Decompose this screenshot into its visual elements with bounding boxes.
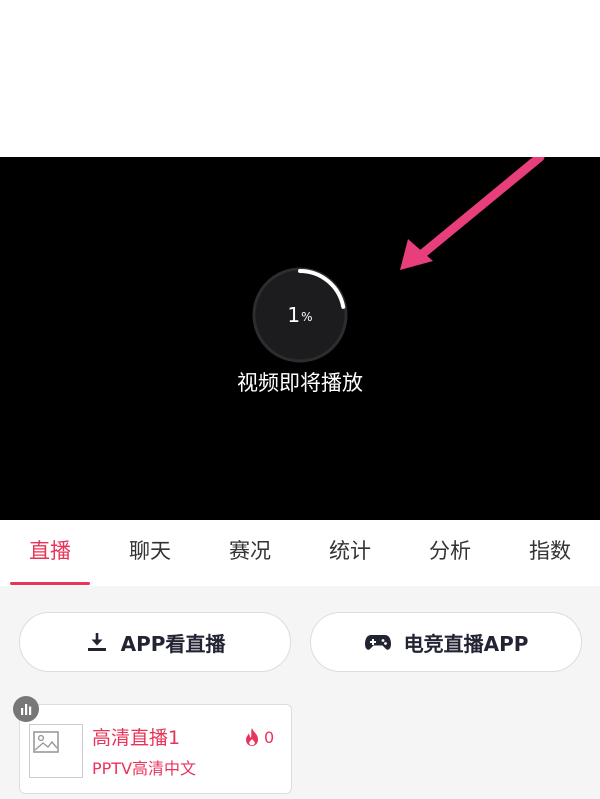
bar-chart-icon[interactable] bbox=[13, 696, 39, 722]
gamepad-icon bbox=[364, 631, 392, 653]
video-player[interactable]: 1% 视频即将播放 bbox=[0, 157, 600, 520]
loading-number: 1 bbox=[287, 303, 301, 327]
tab-odds[interactable]: 指数 bbox=[500, 520, 600, 582]
loading-spinner: 1% bbox=[250, 265, 350, 365]
tab-chat[interactable]: 聊天 bbox=[100, 520, 200, 582]
tab-bar: 直播 聊天 赛况 统计 分析 指数 bbox=[0, 520, 600, 587]
stream-subtitle: PPTV高清中文 bbox=[92, 759, 197, 778]
heat-count: 0 bbox=[244, 727, 274, 747]
esports-app-label: 电竞直播APP bbox=[403, 631, 529, 656]
app-live-button[interactable]: APP看直播 bbox=[19, 612, 291, 672]
tab-analysis[interactable]: 分析 bbox=[400, 520, 500, 582]
esports-app-button[interactable]: 电竞直播APP bbox=[310, 612, 582, 672]
tab-stats[interactable]: 统计 bbox=[300, 520, 400, 582]
top-blank-area bbox=[0, 0, 600, 157]
active-tab-indicator bbox=[10, 582, 90, 585]
tab-match-status[interactable]: 赛况 bbox=[200, 520, 300, 582]
tab-live[interactable]: 直播 bbox=[0, 520, 100, 582]
flame-icon bbox=[246, 728, 258, 746]
heat-value: 0 bbox=[264, 727, 275, 747]
image-placeholder-icon bbox=[29, 724, 83, 778]
app-live-label: APP看直播 bbox=[120, 631, 226, 656]
loading-percent: 1% bbox=[250, 265, 350, 365]
stream-card[interactable]: 高清直播1 PPTV高清中文 0 bbox=[19, 704, 292, 794]
live-content: APP看直播 电竞直播APP 高清直播1 PPTV高清中文 0 bbox=[0, 586, 600, 799]
loading-unit: % bbox=[301, 310, 313, 324]
loading-caption: 视频即将播放 bbox=[237, 371, 363, 395]
download-icon bbox=[85, 630, 109, 654]
stream-title: 高清直播1 bbox=[92, 727, 181, 749]
